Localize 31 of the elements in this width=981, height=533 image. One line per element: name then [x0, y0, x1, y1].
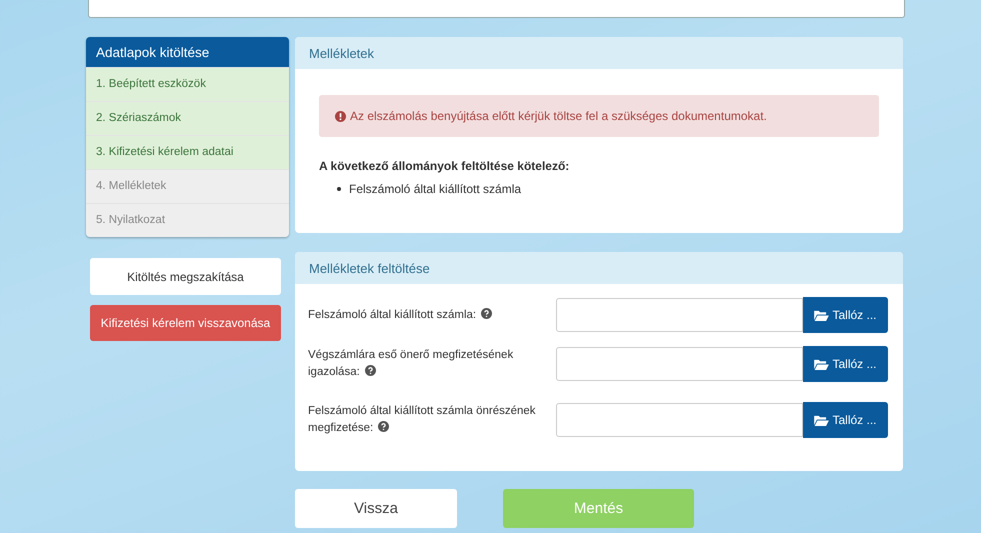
file-input[interactable]: [556, 403, 803, 437]
step-item[interactable]: 3. Kifizetési kérelem adatai: [86, 135, 289, 169]
panel-title: Mellékletek: [295, 37, 903, 69]
exclamation-icon: [335, 110, 346, 122]
withdraw-button[interactable]: Kifizetési kérelem visszavonása: [90, 305, 281, 341]
file-input[interactable]: [556, 298, 803, 332]
folder-icon: [814, 358, 830, 370]
field-label: Felszámoló által kiállított számla:: [308, 306, 544, 324]
step-item[interactable]: 4. Mellékletek: [86, 169, 289, 203]
bullet-icon: [337, 187, 341, 191]
help-icon: [365, 365, 376, 376]
cancel-button[interactable]: Kitöltés megszakítása: [90, 258, 281, 295]
back-button[interactable]: Vissza: [295, 489, 457, 528]
browse-button[interactable]: Tallóz ...: [803, 346, 888, 382]
browse-button[interactable]: Tallóz ...: [803, 402, 888, 438]
step-item[interactable]: 2. Szériaszámok: [86, 101, 289, 135]
folder-icon: [814, 310, 830, 320]
browse-button[interactable]: Tallóz ...: [803, 297, 888, 333]
field-label: Felszámoló által kiállított számla önrészének megfizetése:: [308, 404, 537, 436]
steps-title: Adatlapok kitöltése: [86, 37, 289, 67]
step-item[interactable]: 1. Beépített eszközök: [86, 67, 289, 101]
file-input[interactable]: [556, 347, 803, 381]
help-icon: [378, 421, 390, 432]
required-item: Felszámoló által kiállított számla: [349, 181, 522, 197]
folder-icon: [814, 414, 830, 426]
alert-text: Az elszámolás benyújtása előtt kérjük töltse fel a szükséges dokumentumokat.: [350, 109, 767, 123]
field-label: Végszámlára eső önerő megfizetésének igazolása:: [308, 348, 514, 380]
panel-title: Mellékletek feltöltése: [295, 252, 903, 284]
step-item[interactable]: 5. Nyilatkozat: [86, 203, 289, 237]
required-heading: A következő állományok feltöltése kötelező:: [319, 159, 570, 173]
help-icon: [481, 308, 492, 318]
